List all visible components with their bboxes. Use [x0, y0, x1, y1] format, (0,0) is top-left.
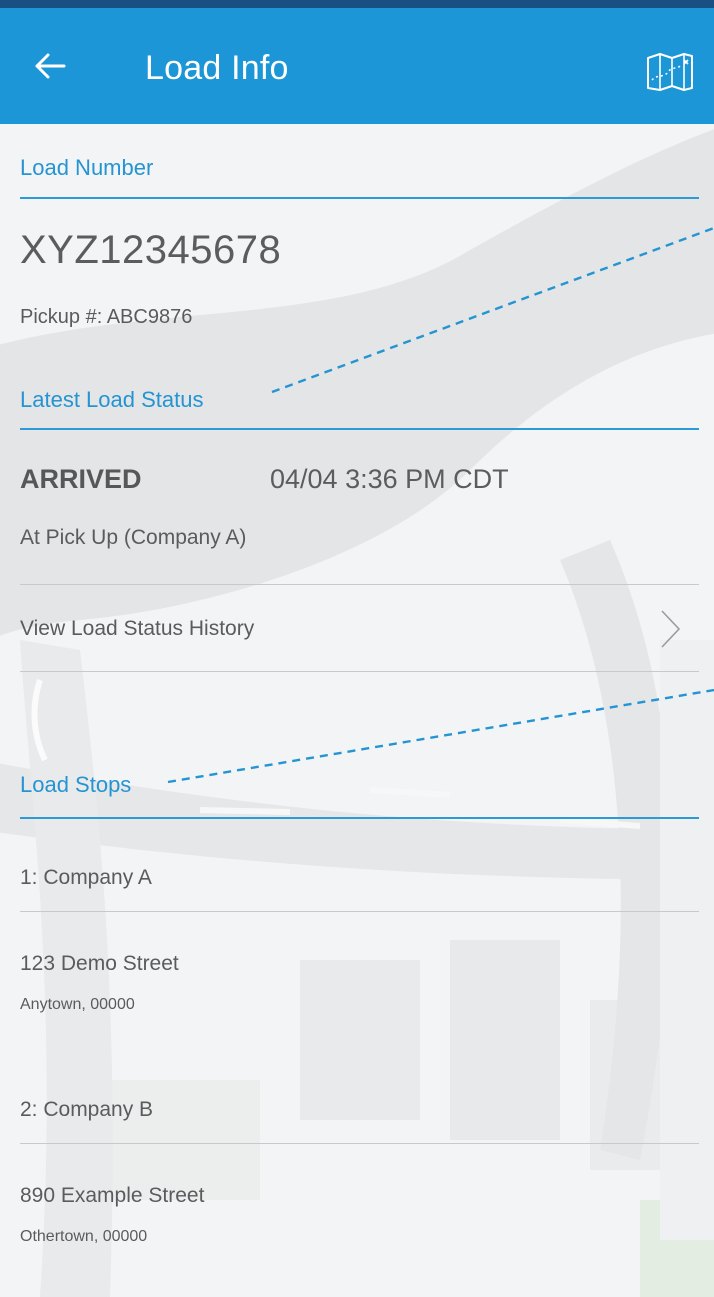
stop-name: 2: Company B [20, 1098, 154, 1121]
app-bar: Load Info [0, 8, 714, 124]
stop-street: 123 Demo Street [20, 952, 179, 975]
arrow-left-icon [35, 53, 66, 79]
stop-city: Othertown, 00000 [20, 1228, 148, 1245]
folded-map-icon [647, 53, 693, 91]
load-stops-heading: Load Stops [20, 772, 132, 797]
view-status-history-label: View Load Status History [20, 617, 255, 640]
pickup-number: Pickup #: ABC9876 [20, 306, 193, 328]
load-info-content: Load Number XYZ12345678 Pickup #: ABC987… [0, 124, 714, 1297]
stop-item[interactable]: 1: Company A 123 Demo Street Anytown, 00… [0, 818, 714, 1038]
view-status-history-row[interactable]: View Load Status History [0, 585, 714, 671]
load-number-divider [20, 197, 699, 199]
load-number-heading: Load Number [20, 155, 154, 180]
load-number-value: XYZ12345678 [20, 228, 282, 272]
stop-street: 890 Example Street [20, 1184, 205, 1207]
stop-divider [20, 1143, 699, 1144]
status-bar-edge [0, 0, 714, 8]
stop-item[interactable]: 2: Company B 890 Example Street Othertow… [0, 1056, 714, 1276]
status-timestamp: 04/04 3:36 PM CDT [270, 464, 509, 494]
latest-status-divider [20, 428, 699, 430]
history-divider [20, 671, 699, 672]
map-button[interactable] [640, 48, 700, 96]
back-button[interactable] [22, 38, 78, 94]
latest-status-heading: Latest Load Status [20, 387, 204, 412]
page-title: Load Info [145, 49, 289, 87]
stop-name: 1: Company A [20, 866, 152, 889]
status-label: ARRIVED [20, 464, 142, 494]
stop-city: Anytown, 00000 [20, 996, 135, 1013]
stop-divider [20, 911, 699, 912]
chevron-right-icon [661, 610, 681, 648]
status-location: At Pick Up (Company A) [20, 526, 247, 549]
